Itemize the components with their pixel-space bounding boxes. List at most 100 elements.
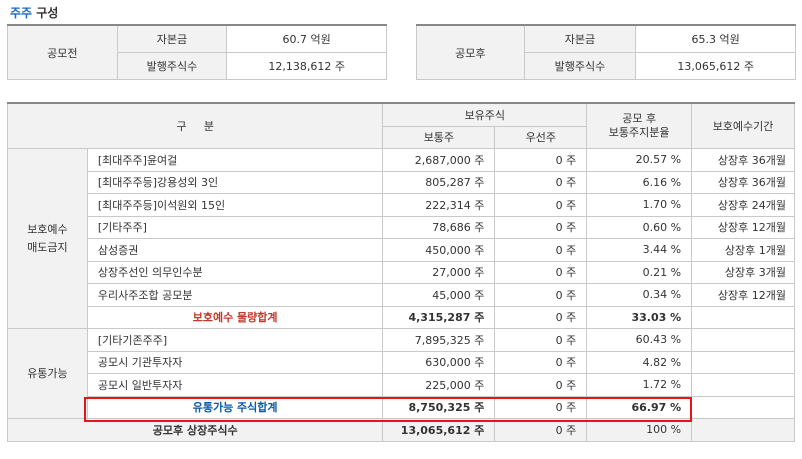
ownership-ratio: 0.34 % bbox=[586, 283, 693, 307]
header-lockup: 보호예수기간 bbox=[691, 102, 795, 149]
common-shares: 630,000 주 bbox=[382, 350, 496, 374]
table-row: 우리사주조합 공모분 45,000 주 0 주 0.34 % 상장후 12개월 bbox=[8, 283, 795, 307]
ownership-ratio: 20.57 % bbox=[586, 148, 693, 172]
group-tradable: 유통가능 bbox=[7, 328, 88, 419]
tradable-sum-label: 유통가능 주식합계 bbox=[86, 395, 384, 419]
lockup-period bbox=[691, 350, 795, 374]
section-title: 주주 구성 bbox=[10, 4, 58, 21]
holder-name: 공모시 기관투자자 bbox=[86, 350, 384, 374]
table-row: [최대주주등]이석원외 15인 222,314 주 0 주 1.70 % 상장후… bbox=[8, 193, 795, 217]
table-row: [기타주주] 78,686 주 0 주 0.60 % 상장후 12개월 bbox=[8, 215, 795, 239]
common-shares: 222,314 주 bbox=[382, 193, 496, 217]
common-shares: 7,895,325 주 bbox=[382, 328, 496, 352]
group-protected-line1: 보호예수 bbox=[27, 222, 68, 236]
lockup-period bbox=[691, 328, 795, 352]
preferred-shares: 0 주 bbox=[494, 238, 588, 262]
preferred-shares: 0 주 bbox=[494, 193, 588, 217]
post-shares-label: 발행주식수 bbox=[523, 52, 637, 80]
common-shares: 450,000 주 bbox=[382, 238, 496, 262]
pre-shares-label: 발행주식수 bbox=[116, 52, 228, 80]
pre-ipo-table: 공모전 자본금 60.7 억원 발행주식수 12,138,612 주 bbox=[7, 24, 387, 80]
holder-name: 삼성증권 bbox=[86, 238, 384, 262]
post-shares-value: 13,065,612 주 bbox=[635, 52, 796, 80]
protected-sum-period bbox=[691, 305, 795, 329]
grand-total-row: 공모후 상장주식수 13,065,612 주 0 주 100 % bbox=[6, 418, 795, 442]
preferred-shares: 0 주 bbox=[494, 373, 588, 397]
lockup-period: 상장후 12개월 bbox=[691, 283, 795, 307]
lockup-period: 상장후 36개월 bbox=[691, 170, 795, 194]
group-protected: 보호예수 매도금지 bbox=[7, 148, 88, 329]
tradable-sum-period bbox=[691, 395, 795, 419]
grand-total-ratio: 100 % bbox=[586, 418, 693, 442]
table-row: 공모시 일반투자자 225,000 주 0 주 1.72 % bbox=[8, 373, 795, 397]
header-common: 보통주 bbox=[382, 125, 496, 149]
lockup-period: 상장후 24개월 bbox=[691, 193, 795, 217]
header-ratio-line1: 공모 후 bbox=[622, 112, 657, 125]
preferred-shares: 0 주 bbox=[494, 350, 588, 374]
pre-ipo-label: 공모전 bbox=[7, 24, 118, 80]
holder-name: [기타주주] bbox=[86, 215, 384, 239]
common-shares: 225,000 주 bbox=[382, 373, 496, 397]
holder-name: 공모시 일반투자자 bbox=[86, 373, 384, 397]
preferred-shares: 0 주 bbox=[494, 215, 588, 239]
post-capital-value: 65.3 억원 bbox=[635, 24, 796, 53]
ownership-ratio: 60.43 % bbox=[586, 328, 693, 352]
protected-sum-common: 4,315,287 주 bbox=[382, 305, 496, 329]
table-row: 공모시 기관투자자 630,000 주 0 주 4.82 % bbox=[8, 350, 795, 374]
lockup-period: 상장후 1개월 bbox=[691, 238, 795, 262]
preferred-shares: 0 주 bbox=[494, 328, 588, 352]
ownership-ratio: 1.72 % bbox=[586, 373, 693, 397]
pre-shares-value: 12,138,612 주 bbox=[226, 52, 387, 80]
preferred-shares: 0 주 bbox=[494, 148, 588, 172]
protected-sum-row: 보호예수 물량합계 4,315,287 주 0 주 33.03 % bbox=[8, 305, 795, 329]
protected-sum-preferred: 0 주 bbox=[494, 305, 588, 329]
post-capital-label: 자본금 bbox=[523, 24, 637, 53]
grand-total-label: 공모후 상장주식수 bbox=[6, 418, 384, 442]
lockup-period: 상장후 36개월 bbox=[691, 148, 795, 172]
tradable-sum-common: 8,750,325 주 bbox=[382, 395, 496, 419]
holder-name: [최대주주등]강용성외 3인 bbox=[86, 170, 384, 194]
header-holdings: 보유주식 bbox=[382, 102, 588, 127]
title-accent: 주주 bbox=[10, 6, 33, 20]
post-ipo-label: 공모후 bbox=[416, 24, 525, 80]
ownership-ratio: 4.82 % bbox=[586, 350, 693, 374]
header-ratio: 공모 후 보통주지분율 bbox=[586, 102, 693, 149]
tradable-sum-ratio: 66.97 % bbox=[586, 395, 693, 419]
common-shares: 27,000 주 bbox=[382, 260, 496, 284]
table-row: 유통가능 [기타기존주주] 7,895,325 주 0 주 60.43 % bbox=[7, 328, 795, 419]
shareholder-table: 구 분 보유주식 공모 후 보통주지분율 보호예수기간 보통주 우선주 보호예수… bbox=[6, 102, 795, 442]
table-row: [최대주주등]강용성외 3인 805,287 주 0 주 6.16 % 상장후 … bbox=[8, 170, 795, 194]
ownership-ratio: 3.44 % bbox=[586, 238, 693, 262]
holder-name: [최대주주]윤여걸 bbox=[86, 148, 384, 172]
lockup-period: 상장후 3개월 bbox=[691, 260, 795, 284]
group-protected-line2: 매도금지 bbox=[27, 240, 68, 254]
common-shares: 2,687,000 주 bbox=[382, 148, 496, 172]
table-row: 보호예수 매도금지 [최대주주]윤여걸 2,687,000 주 0 주 20.5… bbox=[7, 148, 795, 329]
protected-sum-ratio: 33.03 % bbox=[586, 305, 693, 329]
pre-capital-label: 자본금 bbox=[116, 24, 228, 53]
title-rest: 구성 bbox=[32, 6, 59, 20]
tradable-sum-row: 유통가능 주식합계 8,750,325 주 0 주 66.97 % bbox=[8, 395, 795, 419]
ownership-ratio: 1.70 % bbox=[586, 193, 693, 217]
ownership-ratio: 0.60 % bbox=[586, 215, 693, 239]
grand-total-period bbox=[691, 418, 795, 442]
common-shares: 45,000 주 bbox=[382, 283, 496, 307]
header-category: 구 분 bbox=[6, 102, 384, 149]
pre-capital-value: 60.7 억원 bbox=[226, 24, 387, 53]
holder-name: [기타기존주주] bbox=[86, 328, 384, 352]
table-row: 삼성증권 450,000 주 0 주 3.44 % 상장후 1개월 bbox=[8, 238, 795, 262]
grand-total-common: 13,065,612 주 bbox=[382, 418, 496, 442]
preferred-shares: 0 주 bbox=[494, 283, 588, 307]
protected-sum-label: 보호예수 물량합계 bbox=[86, 305, 384, 329]
ownership-ratio: 6.16 % bbox=[586, 170, 693, 194]
holder-name: 우리사주조합 공모분 bbox=[86, 283, 384, 307]
header-preferred: 우선주 bbox=[494, 125, 588, 149]
preferred-shares: 0 주 bbox=[494, 260, 588, 284]
header-ratio-line2: 보통주지분율 bbox=[608, 126, 670, 139]
lockup-period: 상장후 12개월 bbox=[691, 215, 795, 239]
holder-name: 상장주선인 의무인수분 bbox=[86, 260, 384, 284]
grand-total-preferred: 0 주 bbox=[494, 418, 588, 442]
post-ipo-table: 공모후 자본금 65.3 억원 발행주식수 13,065,612 주 bbox=[416, 24, 796, 80]
ownership-ratio: 0.21 % bbox=[586, 260, 693, 284]
tradable-sum-preferred: 0 주 bbox=[494, 395, 588, 419]
